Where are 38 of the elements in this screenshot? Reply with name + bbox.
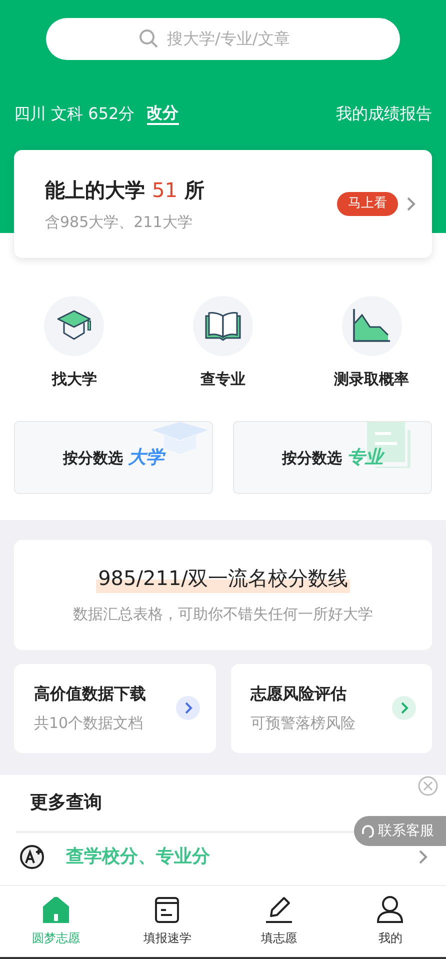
score-info: 四川 文科 652分 [14,103,135,125]
search-input[interactable]: 搜大学/专业/文章 [167,27,307,51]
tab-item[interactable]: 填志愿 [223,886,334,957]
banner-card[interactable]: 985/211/双一流名校分数线 数据汇总表格，可助你不错失任何一所好大学 [14,540,432,650]
feature-title: 志愿风险评估 [250,682,348,705]
area-chart-icon [352,309,392,343]
search-icon [139,29,159,49]
open-book-icon [204,310,242,342]
chevron-right-icon [418,848,428,864]
summary-subtitle: 含985大学、211大学 [45,212,194,233]
tab-item[interactable]: 填报速学 [112,886,223,957]
home-icon [42,896,69,922]
search-field[interactable]: 搜大学/专业/文章 [46,18,400,60]
chevron-circle-icon [176,696,200,720]
feature-subtitle: 可预警落榜风险 [250,712,356,734]
feature-subtitle: 共10个数据文档 [34,712,144,734]
quick-entry[interactable]: 找大学 [0,296,149,390]
notebook-icon [155,896,180,923]
quick-entry[interactable]: 查专业 [148,296,298,390]
chevron-right-icon [406,196,416,212]
banner-subtitle: 数据汇总表格，可助你不错失任何一所好大学 [73,604,373,626]
close-icon[interactable] [418,776,438,796]
filter-card[interactable]: 按分数选 专业 [233,420,432,494]
feature-title: 高价值数据下载 [34,682,146,705]
section-title: 更多查询 [29,791,102,815]
feature-card[interactable]: 志愿风险评估 可预警落榜风险 [230,664,432,752]
chevron-circle-icon [392,696,416,720]
summary-card[interactable]: 能上的大学 51 所 含985大学、211大学 马上看 [14,150,432,258]
view-badge[interactable]: 马上看 [337,192,398,216]
summary-title: 能上的大学 51 所 [45,176,204,204]
filter-card[interactable]: 按分数选 大学 [14,420,213,494]
user-icon [377,896,404,923]
headset-icon [360,823,376,839]
pen-icon [264,896,293,923]
tab-item[interactable]: 我的 [334,886,446,957]
grade-badge-icon [20,844,44,868]
quick-entry[interactable]: 测录取概率 [297,296,446,390]
feature-card[interactable]: 高价值数据下载 共10个数据文档 [14,664,216,752]
